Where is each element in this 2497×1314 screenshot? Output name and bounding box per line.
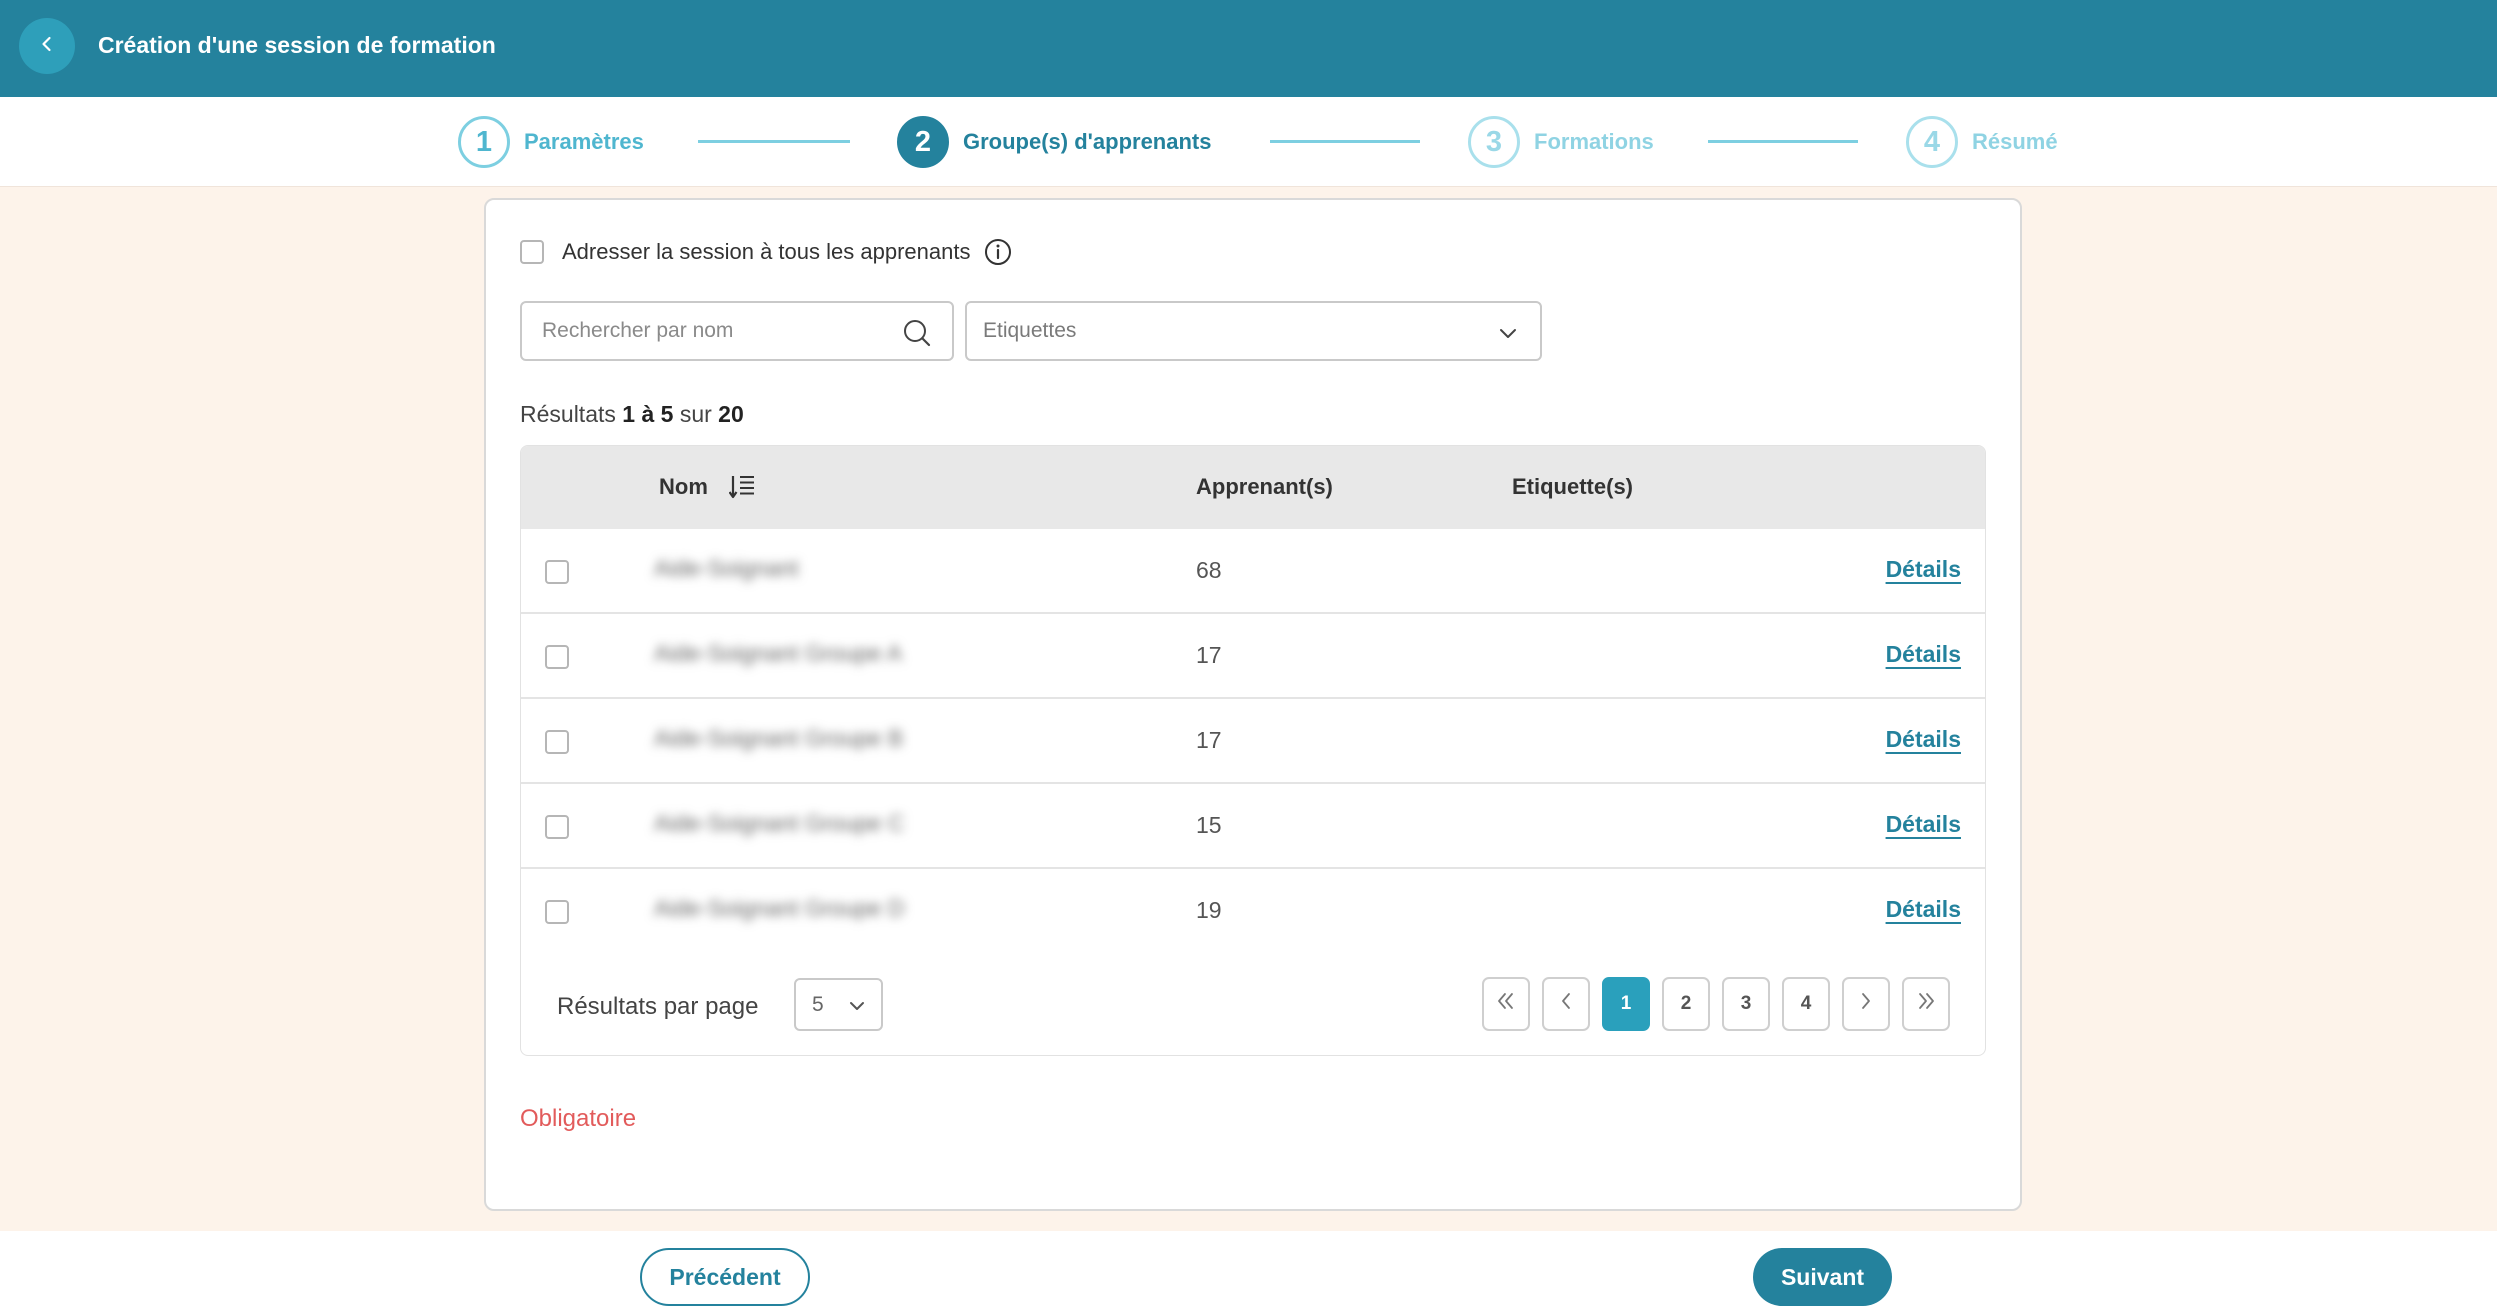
- required-error: Obligatoire: [520, 1105, 637, 1132]
- chevron-left-icon: [1558, 991, 1574, 1017]
- chevron-down-icon: [847, 996, 867, 1021]
- step-parametres[interactable]: 1 Paramètres: [458, 116, 644, 168]
- group-name: Aide-Soignant Groupe B: [654, 725, 904, 751]
- stepper: 1 Paramètres 2 Groupe(s) d'apprenants 3 …: [0, 97, 2497, 187]
- step-number: 4: [1906, 116, 1958, 168]
- learner-count: 17: [1196, 727, 1222, 753]
- first-page-button[interactable]: [1482, 977, 1530, 1031]
- prev-page-button[interactable]: [1542, 977, 1590, 1031]
- step-number: 1: [458, 116, 510, 168]
- table-row: Aide-Soignant 68 Détails: [521, 529, 1985, 614]
- step-label: Paramètres: [524, 129, 644, 154]
- step-formations[interactable]: 3 Formations: [1468, 116, 1654, 168]
- search-input[interactable]: [542, 319, 902, 343]
- pagination: 1 2 3 4: [1482, 977, 1950, 1031]
- step-resume[interactable]: 4 Résumé: [1906, 116, 2058, 168]
- step-number: 3: [1468, 116, 1520, 168]
- group-name: Aide-Soignant Groupe C: [654, 810, 905, 836]
- learner-count: 19: [1196, 897, 1222, 923]
- all-learners-label: Adresser la session à tous les apprenant…: [562, 239, 971, 264]
- details-link[interactable]: Détails: [1886, 641, 1961, 668]
- results-range: 1 à 5: [622, 401, 674, 427]
- learner-count: 68: [1196, 557, 1222, 583]
- results-middle: sur: [679, 401, 712, 427]
- step-label: Résumé: [1972, 129, 2058, 154]
- step-connector: [1708, 140, 1858, 143]
- next-page-button[interactable]: [1842, 977, 1890, 1031]
- details-link[interactable]: Détails: [1886, 556, 1961, 583]
- per-page-value: 5: [812, 992, 824, 1016]
- double-chevron-right-icon: [1915, 991, 1937, 1017]
- learner-count: 15: [1196, 812, 1222, 838]
- page-title: Création d'une session de formation: [98, 32, 496, 58]
- search-field: [520, 301, 954, 361]
- groups-table: Nom Apprenant(s) Etiquette(s) Aide-Soign…: [520, 445, 1986, 1056]
- table-row: Aide-Soignant Groupe C 15 Détails: [521, 784, 1985, 869]
- info-icon[interactable]: [984, 238, 1012, 266]
- tags-dropdown[interactable]: Etiquettes: [965, 301, 1542, 361]
- group-name: Aide-Soignant: [654, 555, 799, 581]
- row-checkbox[interactable]: [545, 815, 569, 839]
- details-link[interactable]: Détails: [1886, 811, 1961, 838]
- back-button[interactable]: [19, 18, 75, 74]
- double-chevron-left-icon: [1495, 991, 1517, 1017]
- step-label: Formations: [1534, 129, 1654, 154]
- footer-bar: [0, 1231, 2497, 1314]
- step-groupes[interactable]: 2 Groupe(s) d'apprenants: [897, 116, 1211, 168]
- search-icon[interactable]: [902, 318, 932, 353]
- all-learners-checkbox[interactable]: [520, 240, 544, 264]
- per-page-label: Résultats par page: [557, 993, 759, 1020]
- column-header-name[interactable]: Nom: [659, 474, 708, 500]
- next-button[interactable]: Suivant: [1753, 1248, 1892, 1306]
- row-checkbox[interactable]: [545, 560, 569, 584]
- results-prefix: Résultats: [520, 401, 616, 427]
- table-row: Aide-Soignant Groupe D 19 Détails: [521, 869, 1985, 954]
- tags-placeholder: Etiquettes: [983, 319, 1077, 342]
- step-connector: [698, 140, 850, 143]
- row-checkbox[interactable]: [545, 645, 569, 669]
- results-count: Résultats 1 à 5 sur 20: [520, 401, 744, 428]
- details-link[interactable]: Détails: [1886, 726, 1961, 753]
- step-label: Groupe(s) d'apprenants: [963, 129, 1212, 154]
- page-button-4[interactable]: 4: [1782, 977, 1830, 1031]
- step-number: 2: [897, 116, 949, 168]
- table-row: Aide-Soignant Groupe A 17 Détails: [521, 614, 1985, 699]
- sort-icon[interactable]: [728, 473, 755, 506]
- column-header-tags: Etiquette(s): [1512, 474, 1633, 499]
- page-button-3[interactable]: 3: [1722, 977, 1770, 1031]
- column-header-learners: Apprenant(s): [1196, 474, 1333, 499]
- all-learners-option: Adresser la session à tous les apprenant…: [520, 238, 1012, 266]
- chevron-left-icon: [37, 34, 57, 59]
- step-connector: [1270, 140, 1420, 143]
- page-button-2[interactable]: 2: [1662, 977, 1710, 1031]
- details-link[interactable]: Détails: [1886, 896, 1961, 923]
- last-page-button[interactable]: [1902, 977, 1950, 1031]
- top-bar: Création d'une session de formation: [0, 0, 2497, 97]
- previous-button[interactable]: Précédent: [640, 1248, 810, 1306]
- learner-count: 17: [1196, 642, 1222, 668]
- page-button-1[interactable]: 1: [1602, 977, 1650, 1031]
- per-page-select[interactable]: 5: [794, 978, 883, 1031]
- group-name: Aide-Soignant Groupe A: [654, 640, 903, 666]
- row-checkbox[interactable]: [545, 730, 569, 754]
- table-row: Aide-Soignant Groupe B 17 Détails: [521, 699, 1985, 784]
- results-total: 20: [718, 401, 744, 427]
- table-header: Nom Apprenant(s) Etiquette(s): [521, 446, 1985, 529]
- chevron-down-icon: [1498, 323, 1518, 348]
- chevron-right-icon: [1858, 991, 1874, 1017]
- row-checkbox[interactable]: [545, 900, 569, 924]
- group-name: Aide-Soignant Groupe D: [654, 895, 905, 921]
